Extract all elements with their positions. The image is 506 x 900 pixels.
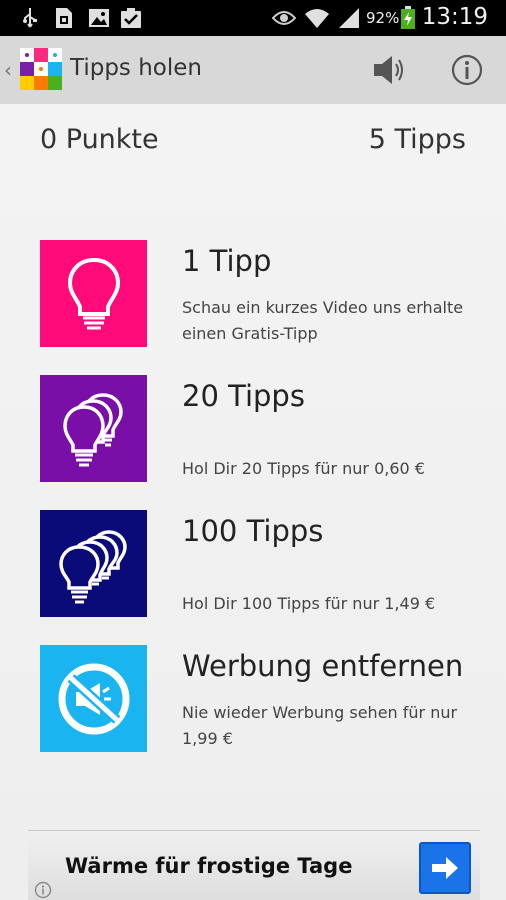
offer-100-tips[interactable]: 100 Tipps Hol Dir 100 Tipps für nur 1,49… bbox=[40, 510, 480, 618]
ad-banner[interactable]: Wärme für frostige Tage bbox=[28, 830, 480, 900]
arrow-right-icon[interactable] bbox=[419, 842, 471, 894]
signal-icon bbox=[338, 6, 360, 30]
many-lightbulbs-icon bbox=[40, 510, 147, 617]
points-label: 0 Punkte bbox=[40, 124, 159, 155]
offer-title: 1 Tipp bbox=[182, 244, 272, 278]
offer-title: Werbung entfernen bbox=[182, 649, 464, 683]
battery-icon bbox=[400, 6, 416, 30]
offer-1-tip[interactable]: 1 Tipp Schau ein kurzes Video uns erhalt… bbox=[40, 240, 480, 348]
battery-percent: 92% bbox=[366, 9, 400, 27]
back-icon[interactable]: ‹ bbox=[4, 58, 12, 82]
ad-info-icon[interactable] bbox=[34, 881, 52, 899]
offer-remove-ads[interactable]: Werbung entfernen Nie wieder Werbung seh… bbox=[40, 645, 480, 753]
status-bar: 92% 13:19 bbox=[0, 0, 506, 36]
offer-title: 20 Tipps bbox=[182, 379, 305, 413]
page-title: Tipps holen bbox=[70, 55, 202, 81]
sound-icon[interactable] bbox=[370, 52, 408, 88]
info-icon[interactable] bbox=[450, 53, 484, 87]
task-icon bbox=[120, 6, 142, 30]
gallery-icon bbox=[88, 6, 110, 30]
offer-description: Hol Dir 100 Tipps für nur 1,49 € bbox=[182, 594, 436, 613]
offer-title: 100 Tipps bbox=[182, 514, 324, 548]
app-logo-icon[interactable] bbox=[20, 48, 62, 90]
clock: 13:19 bbox=[421, 4, 488, 30]
offer-description: Hol Dir 20 Tipps für nur 0,60 € bbox=[182, 459, 425, 478]
ad-text[interactable]: Wärme für frostige Tage bbox=[65, 854, 352, 878]
wifi-icon bbox=[304, 6, 330, 30]
lightbulb-icon bbox=[40, 240, 147, 347]
offer-description: Nie wieder Werbung sehen für nur 1,99 € bbox=[182, 703, 458, 748]
tips-count-label: 5 Tipps bbox=[368, 124, 466, 155]
no-ads-icon bbox=[40, 645, 147, 752]
sim-icon bbox=[54, 6, 74, 30]
eye-icon bbox=[272, 6, 296, 30]
offer-description: Schau ein kurzes Video uns erhalte einen… bbox=[182, 298, 464, 343]
offer-20-tips[interactable]: 20 Tipps Hol Dir 20 Tipps für nur 0,60 € bbox=[40, 375, 480, 483]
usb-icon bbox=[22, 6, 38, 30]
action-bar: ‹ Tipps holen bbox=[0, 36, 506, 104]
lightbulbs-icon bbox=[40, 375, 147, 482]
